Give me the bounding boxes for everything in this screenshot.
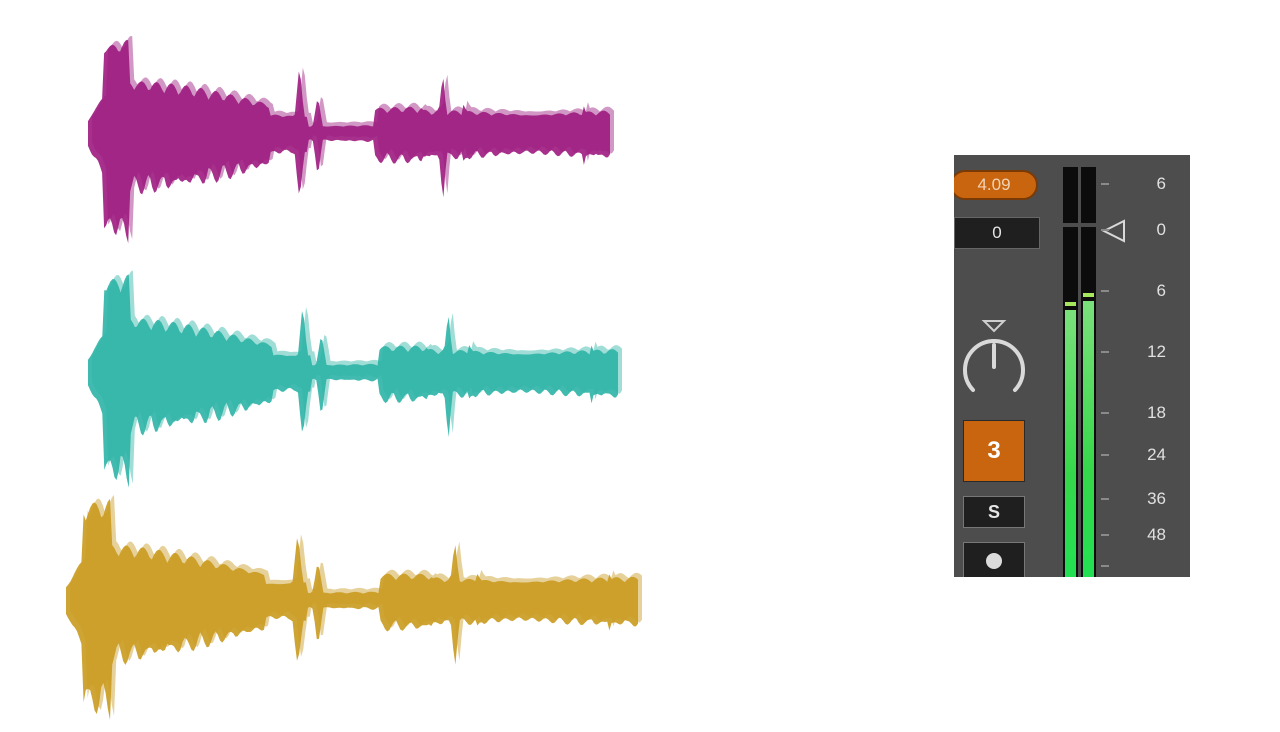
scale-tick bbox=[1101, 412, 1109, 414]
teal-waveform bbox=[88, 274, 618, 488]
gold-waveform bbox=[66, 498, 638, 720]
volume-fader-arrow-icon[interactable] bbox=[1102, 219, 1126, 243]
meter-peak-hold bbox=[1083, 293, 1094, 297]
mixer-channel-strip: 4.09 0 3 S 6 0 6 12 18 24 36 48 bbox=[954, 155, 1190, 577]
magenta-waveform bbox=[88, 40, 610, 244]
level-meter-left bbox=[1063, 167, 1078, 577]
scale-label-minus12: 12 bbox=[1147, 342, 1166, 361]
scale-tick bbox=[1101, 351, 1109, 353]
scale-tick bbox=[1101, 498, 1109, 500]
meter-fill-right bbox=[1083, 301, 1094, 577]
scale-label-minus18: 18 bbox=[1147, 403, 1166, 422]
pan-knob[interactable] bbox=[954, 315, 1034, 405]
track-activator-button[interactable]: 3 bbox=[963, 420, 1025, 482]
record-dot-icon bbox=[986, 553, 1002, 569]
scale-tick bbox=[1101, 290, 1109, 292]
meter-fill-left bbox=[1065, 310, 1076, 577]
scale-tick bbox=[1101, 565, 1109, 567]
scale-label-minus36: 36 bbox=[1147, 489, 1166, 508]
meter-peak-hold bbox=[1065, 302, 1076, 306]
scale-label-minus6: 6 bbox=[1156, 281, 1166, 300]
scale-label-minus24: 24 bbox=[1147, 445, 1166, 464]
scale-tick bbox=[1101, 229, 1109, 231]
scale-tick bbox=[1101, 454, 1109, 456]
scale-label-plus6: 6 bbox=[1156, 174, 1166, 193]
scale-tick bbox=[1101, 183, 1109, 185]
volume-field[interactable]: 0 bbox=[954, 217, 1040, 249]
meter-divider bbox=[1081, 223, 1096, 227]
scale-label-minus48: 48 bbox=[1147, 525, 1166, 544]
scale-label-0: 0 bbox=[1156, 220, 1166, 239]
level-meter-right bbox=[1081, 167, 1096, 577]
peak-level-display[interactable]: 4.09 bbox=[954, 170, 1038, 200]
scale-tick bbox=[1101, 534, 1109, 536]
meter-divider bbox=[1063, 223, 1078, 227]
solo-button[interactable]: S bbox=[963, 496, 1025, 528]
record-arm-button[interactable] bbox=[963, 542, 1025, 577]
waveform-stack bbox=[66, 36, 642, 720]
pan-center-marker-icon bbox=[981, 320, 1007, 333]
